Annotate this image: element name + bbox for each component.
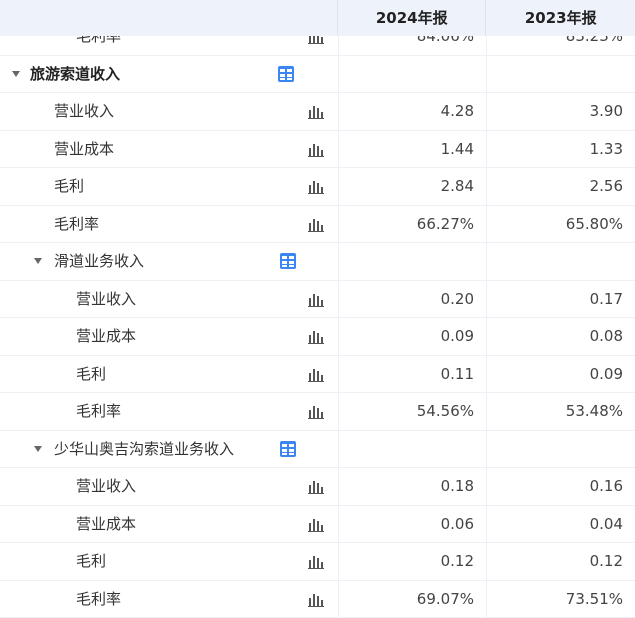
value-2024: 66.27%: [338, 205, 486, 242]
value-2024: 0.18: [338, 468, 486, 505]
value-2024: 0.11: [338, 355, 486, 392]
value-2024: 0.20: [338, 280, 486, 317]
value-2023: 1.33: [486, 130, 635, 167]
bar-chart-icon[interactable]: [308, 292, 324, 307]
header-2024[interactable]: 2024年报: [336, 0, 486, 36]
value-2023: 3.90: [486, 93, 635, 130]
row-label: 毛利: [76, 364, 107, 383]
row-label: 营业成本: [54, 139, 115, 158]
section-row-cableway[interactable]: 旅游索道收入: [0, 55, 635, 93]
value-2023: 2.56: [486, 168, 635, 205]
value-2023: 0.16: [486, 468, 635, 505]
row-label: 营业收入: [76, 289, 137, 308]
bar-chart-icon[interactable]: [308, 329, 324, 344]
row-label: 毛利率: [54, 214, 100, 233]
bar-chart-icon[interactable]: [308, 592, 324, 607]
value-2023: 0.09: [486, 355, 635, 392]
table-row: 营业收入 0.20 0.17: [0, 280, 635, 318]
table-row: 营业收入 4.28 3.90: [0, 93, 635, 131]
table-icon[interactable]: [280, 440, 296, 457]
row-label: 毛利率: [76, 402, 122, 420]
bar-chart-icon[interactable]: [308, 179, 324, 194]
row-label: 毛利: [54, 177, 85, 195]
table-row: 毛利率 54.56% 53.48%: [0, 393, 635, 431]
section-title: 少华山奥吉沟索道业务收入: [54, 439, 235, 458]
value-2023: 0.08: [486, 318, 635, 355]
table-row: 营业成本 1.44 1.33: [0, 130, 635, 168]
value-2023: 0.17: [486, 280, 635, 317]
bar-chart-icon[interactable]: [308, 217, 324, 232]
bar-chart-icon[interactable]: [308, 142, 324, 157]
bar-chart-icon[interactable]: [308, 404, 324, 419]
bar-chart-icon[interactable]: [308, 479, 324, 494]
value-2024: 54.56%: [338, 393, 486, 430]
data-table-body: 毛利率 84.06% 83.23% 旅游索道收入 营业收入 4.28 3.90 …: [0, 18, 635, 618]
collapse-caret-icon[interactable]: [34, 445, 42, 452]
bar-chart-icon[interactable]: [308, 554, 324, 569]
section-title: 滑道业务收入: [54, 252, 145, 270]
table-row: 营业成本 0.06 0.04: [0, 505, 635, 543]
collapse-caret-icon[interactable]: [34, 258, 42, 264]
value-2024: 4.28: [338, 93, 486, 130]
table-row: 营业成本 0.09 0.08: [0, 318, 635, 356]
table-icon[interactable]: [278, 65, 294, 82]
section-title: 旅游索道收入: [30, 64, 121, 83]
value-2024: 0.06: [338, 505, 486, 542]
bar-chart-icon[interactable]: [308, 367, 324, 382]
value-2023: 73.51%: [486, 580, 635, 617]
value-2023: 0.04: [486, 505, 635, 542]
table-icon[interactable]: [280, 253, 296, 269]
collapse-caret-icon[interactable]: [12, 70, 20, 77]
value-2024: 0.09: [338, 318, 486, 355]
value-2023: 53.48%: [486, 393, 635, 430]
value-2023: 0.12: [486, 543, 635, 580]
section-row-slide[interactable]: 滑道业务收入: [0, 243, 635, 281]
row-label: 营业收入: [76, 477, 137, 495]
bar-chart-icon[interactable]: [308, 517, 324, 532]
row-label: 营业收入: [54, 102, 115, 120]
section-row-shaohuashan[interactable]: 少华山奥吉沟索道业务收入: [0, 430, 635, 468]
value-2024: 69.07%: [338, 580, 486, 617]
header-2023[interactable]: 2023年报: [485, 0, 635, 36]
value-2024: 2.84: [338, 168, 486, 205]
row-label: 毛利: [76, 552, 107, 570]
value-2024: 0.12: [338, 543, 486, 580]
bar-chart-icon[interactable]: [308, 104, 324, 119]
table-row: 毛利 0.12 0.12: [0, 543, 635, 581]
table-row: 毛利率 66.27% 65.80%: [0, 205, 635, 243]
header-name-column: [0, 0, 337, 36]
table-row: 毛利 0.11 0.09: [0, 355, 635, 393]
table-header: 2024年报 2023年报: [0, 0, 635, 36]
table-row: 毛利率 69.07% 73.51%: [0, 580, 635, 618]
row-label: 毛利率: [76, 589, 122, 608]
row-label: 营业成本: [76, 514, 137, 533]
table-row: 毛利 2.84 2.56: [0, 168, 635, 206]
value-2024: 1.44: [338, 130, 486, 167]
table-row: 营业收入 0.18 0.16: [0, 468, 635, 506]
value-2023: 65.80%: [486, 205, 635, 242]
row-label: 营业成本: [76, 327, 137, 345]
